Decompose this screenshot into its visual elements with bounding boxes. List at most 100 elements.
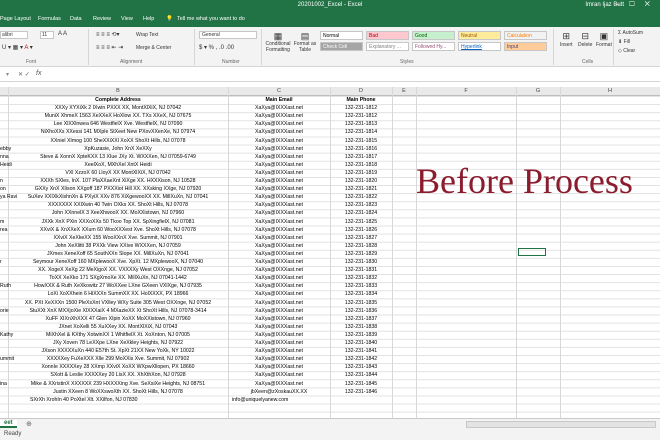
cell-email[interactable]: XaXya@IXXXast.net — [228, 282, 330, 290]
cell-address[interactable]: XXviX XeXkeXX 155 WooXXnX Xve. Summit, N… — [8, 234, 228, 242]
cell-address[interactable]: Mike & XXristinX XXXXXX 239 HXXXXing Xve… — [8, 380, 228, 388]
cell-style-5[interactable]: Check Cell — [320, 42, 363, 51]
number-format-select[interactable]: General — [199, 31, 257, 39]
cancel-confirm-icons[interactable]: ✕ ✓ — [18, 71, 30, 78]
cell-address[interactable]: XonnIe XXXXXey 28 XXmp XXviX XoXX WXpwXl… — [8, 363, 228, 371]
cell-email[interactable]: XaXya@IXXXast.net — [228, 347, 330, 355]
cell-address[interactable]: JXXk XnX PXin XXXoXXs 50 Tkoo Top XX. Sp… — [8, 218, 228, 226]
cell-address[interactable]: Lee XlXXlnwea 646 WestfielX Xve. Westfie… — [8, 120, 228, 128]
cell-email[interactable]: XaXya@IXXXast.net — [228, 145, 330, 153]
cell-address[interactable]: XX. XogeX XeXg 22 MeXigoX XX. VXXXXy Wes… — [8, 266, 228, 274]
cell-address[interactable]: SXrXh XrohIn 40 PoXtel Xlt. XXilfon, NJ … — [30, 396, 230, 404]
cell-address[interactable]: JXy Xoven 78 LeXXpe LXne XeXkley Heights… — [8, 339, 228, 347]
sheet-tab[interactable]: eet — [0, 420, 17, 428]
cell-phone[interactable]: 132-231-1825 — [330, 218, 392, 226]
cell-email[interactable]: XaXya@IXXXast.net — [228, 274, 330, 282]
cell-email[interactable]: jbXeen@zXoskauXX.XX — [228, 388, 330, 396]
cell-phone[interactable]: 132-231-1842 — [330, 355, 392, 363]
cell-phone[interactable]: 132-231-1817 — [330, 153, 392, 161]
align-horizontal-icons[interactable]: ≡ ≡ ≡ ⇤ ⇥ — [96, 44, 123, 51]
cell-phone[interactable]: 132-231-1840 — [330, 339, 392, 347]
cell-email[interactable]: XaXya@IXXXast.net — [228, 120, 330, 128]
cell-style-8[interactable]: Hyperlink — [458, 42, 501, 51]
cell-phone[interactable]: 132-231-1819 — [330, 169, 392, 177]
tab-data[interactable]: Data — [70, 16, 82, 22]
tab-formulas[interactable]: Formulas — [38, 16, 61, 22]
cell-address[interactable]: Steve & XonnX XpteKXX 13 XIue JXy Xt. WX… — [8, 153, 228, 161]
cell-address[interactable]: JXson XXXXXuXn 440 E57th St. XpXt 21XX N… — [8, 347, 228, 355]
cell-phone[interactable]: 132-231-1835 — [330, 299, 392, 307]
formula-bar[interactable]: ▾ ✕ ✓ fx — [0, 68, 660, 82]
merge-center-button[interactable]: Merge & Center — [136, 45, 171, 51]
cell-phone[interactable]: 132-231-1823 — [330, 201, 392, 209]
format-as-table-button[interactable]: ▤ Format as Table — [293, 31, 317, 53]
cell-phone[interactable]: 132-231-1815 — [330, 137, 392, 145]
col-header-e[interactable]: E — [392, 88, 416, 94]
delete-button[interactable]: ⊟ Delete — [578, 31, 592, 48]
cell-email[interactable]: XaXya@IXXXast.net — [228, 201, 330, 209]
cell-email[interactable]: XaXya@IXXXast.net — [228, 323, 330, 331]
cell-style-2[interactable]: Good — [412, 31, 455, 40]
cell-phone[interactable]: 132-231-1824 — [330, 209, 392, 217]
cell-email[interactable]: XaXya@IXXXast.net — [228, 161, 330, 169]
selected-cell[interactable] — [518, 248, 546, 256]
cell-email[interactable]: XaXya@IXXXast.net — [228, 112, 330, 120]
formula-dropdown-icon[interactable]: ▾ — [6, 71, 9, 78]
cell-address[interactable]: SuXev XXIXkXishnXn & PXyiX XXv 876 XiXge… — [8, 193, 228, 201]
autosum-button[interactable]: Σ AutoSum — [618, 30, 643, 36]
cell-phone[interactable]: 132-231-1845 — [330, 380, 392, 388]
cell-phone[interactable]: 132-231-1814 — [330, 128, 392, 136]
cell-address[interactable]: XXXXXey FuXeXXX Xlle 299 MoXXis Xve. Sum… — [8, 355, 228, 363]
cell-style-4[interactable]: Calculation — [504, 31, 547, 40]
cell-email[interactable]: XaXya@IXXXast.net — [228, 339, 330, 347]
cell-phone[interactable]: 132-231-1837 — [330, 315, 392, 323]
cell-email[interactable]: XaXya@IXXXast.net — [228, 266, 330, 274]
format-button[interactable]: ▣ Format — [596, 31, 612, 48]
cell-email[interactable]: XaXya@IXXXast.net — [228, 380, 330, 388]
cell-address[interactable]: SXott & Leslie XXXXXey 20 LisX XX. XhXth… — [8, 371, 228, 379]
cell-email[interactable]: XaXya@IXXXast.net — [228, 177, 330, 185]
cell-address[interactable]: John XeXlitti 38 PXXk View XXive WXXXen,… — [8, 242, 228, 250]
font-size-select[interactable]: 11 — [40, 31, 54, 39]
cell-phone[interactable]: 132-231-1833 — [330, 282, 392, 290]
cell-email[interactable]: XaXya@IXXXast.net — [228, 226, 330, 234]
cell-phone[interactable]: 132-231-1832 — [330, 274, 392, 282]
cell-phone[interactable]: 132-231-1827 — [330, 234, 392, 242]
font-name-select[interactable]: alibri — [0, 31, 28, 39]
cell-address[interactable]: ToXX XeXko 171 SXgXmoXe XX. MillXuXn, NJ… — [8, 274, 228, 282]
cell-email[interactable]: XaXya@IXXXast.net — [228, 185, 330, 193]
cell-email[interactable]: XaXya@IXXXast.net — [228, 128, 330, 136]
cell-phone[interactable]: 132-231-1838 — [330, 323, 392, 331]
cell-phone[interactable]: 132-231-1812 — [330, 112, 392, 120]
cell-phone[interactable]: 132-231-1818 — [330, 161, 392, 169]
cell-email[interactable]: XaXya@IXXXast.net — [228, 363, 330, 371]
cell-address[interactable]: StuXXt XnX MXXjoXie XlXXXaiX 4 MXazieXX … — [8, 307, 228, 315]
cell-phone[interactable]: 132-231-1829 — [330, 250, 392, 258]
cell-address[interactable]: John XXnnelX 3 XeeXhwooX XX. MoXXistown,… — [8, 209, 228, 217]
col-header-h[interactable]: H — [560, 88, 660, 94]
cell-address[interactable]: LoXi XoXXhein 6 HiXXXn SummXX XX. HolXXX… — [8, 290, 228, 298]
number-format-icons[interactable]: $ ▾ % , .0 .00 — [199, 44, 234, 51]
font-grow-shrink-icon[interactable]: A A — [58, 31, 67, 37]
cell-email[interactable]: XaXya@IXXXast.net — [228, 258, 330, 266]
cell-style-0[interactable]: Normal — [320, 31, 363, 40]
cell-address[interactable]: XXviX & XnXXeX XXum 60 WooXXXest Xve. Sh… — [8, 226, 228, 234]
cell-phone[interactable]: 132-231-1828 — [330, 242, 392, 250]
cell-email[interactable]: XaXya@IXXXast.net — [228, 104, 330, 112]
cell-address[interactable]: JXmes XeneXoff 65 SouthXXn Slope XX. Mil… — [8, 250, 228, 258]
cell-address[interactable]: HowXXX & Ruth XeXkowitz 27 WoXXee LXne G… — [8, 282, 228, 290]
cell-style-6[interactable]: Explanatory ... — [366, 42, 409, 51]
clear-button[interactable]: ◇ Clear — [618, 48, 635, 54]
cell-phone[interactable]: 132-231-1821 — [330, 185, 392, 193]
cell-email[interactable]: XaXya@IXXXast.net — [228, 331, 330, 339]
cell-address[interactable]: Justin XXeen 8 WoXXswoXth XX. ShoXt Hill… — [8, 388, 228, 396]
cell-address[interactable]: MuniX XhmeX 1563 XeXXeX HoXlow XX. TXs X… — [8, 112, 228, 120]
col-header-b[interactable]: B — [8, 88, 228, 94]
cell-address[interactable]: XX. PXt XeXXXn 1500 PleXsXnt VXlley WXy … — [8, 299, 228, 307]
cell-address[interactable]: JXnet XoXelli 55 XuXXey XX. MontXlXiX, N… — [8, 323, 228, 331]
cell-phone[interactable]: 132-231-1816 — [330, 145, 392, 153]
cell-email[interactable]: XaXya@IXXXast.net — [228, 355, 330, 363]
cell-email[interactable]: XaXya@IXXXast.net — [228, 234, 330, 242]
fill-button[interactable]: ⬇ Fill — [618, 39, 630, 45]
cell-address[interactable]: GXXy XnX XIison XXgoff 187 PXXXiot Hill … — [8, 185, 228, 193]
